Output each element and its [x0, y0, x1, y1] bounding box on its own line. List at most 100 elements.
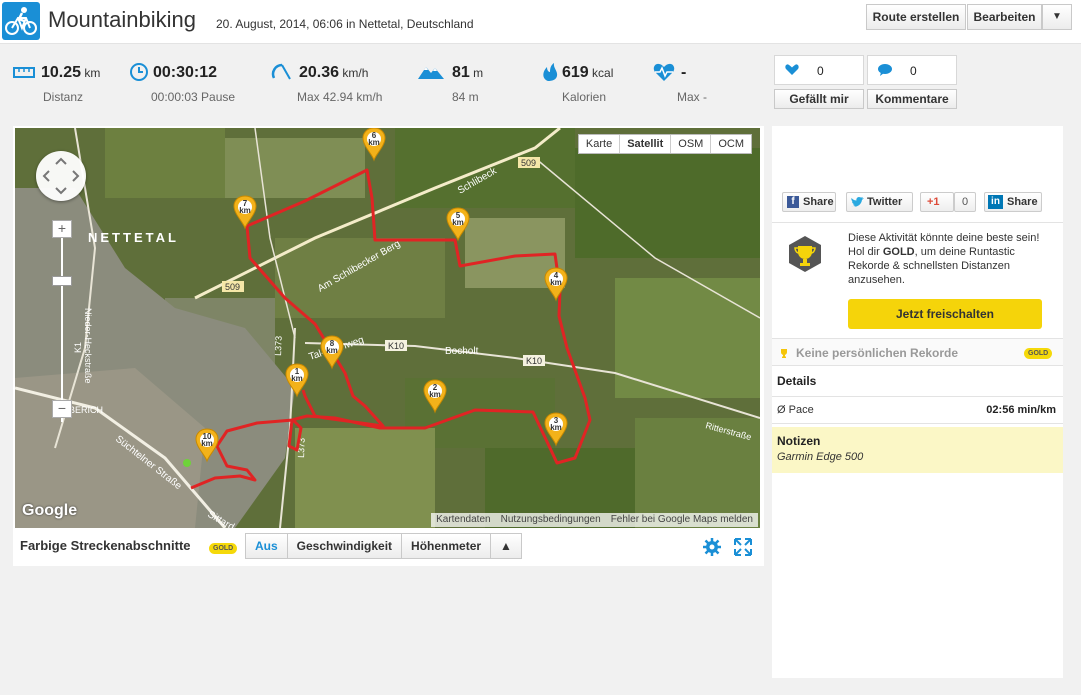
like-button[interactable]: Gefällt mir — [774, 89, 864, 109]
gold-upsell-text: Diese Aktivität könnte deine beste sein!… — [848, 232, 1040, 286]
map-data-link[interactable]: Kartendaten — [431, 513, 496, 527]
comment-button[interactable]: Kommentare — [867, 89, 957, 109]
fullscreen-icon[interactable] — [734, 538, 752, 556]
gold-badge: GOLD — [209, 543, 238, 554]
records-gold-badge: GOLD — [1024, 348, 1053, 359]
heart-icon — [785, 64, 799, 75]
road-label-k1: K1 — [73, 342, 83, 353]
gear-icon[interactable] — [703, 538, 721, 556]
map-attribution: Kartendaten Nutzungsbedingungen Fehler b… — [431, 513, 758, 527]
zoom-slider-track[interactable] — [61, 226, 63, 422]
likes-count: 0 — [817, 64, 824, 78]
google-plus-button[interactable]: +1 — [920, 192, 954, 212]
heartrate-value: - — [681, 64, 687, 81]
svg-text:km: km — [429, 390, 441, 399]
comments-count-box: 0 — [867, 55, 957, 85]
twitter-button[interactable]: Twitter — [846, 192, 913, 212]
satellite-map[interactable]: NETTETAL Am Schlibecker Berg Schlibeck T… — [15, 128, 760, 528]
colored-segments-label: Farbige Streckenabschnitte — [20, 538, 191, 553]
distance-unit: km — [84, 66, 101, 80]
top-bar: Mountainbiking 20. August, 2014, 06:06 i… — [0, 0, 1081, 44]
likes-count-box: 0 — [774, 55, 864, 85]
distance-value: 10.25 — [41, 64, 82, 81]
pause-label: 00:00:03 Pause — [151, 90, 236, 104]
pace-label: Ø Pace — [777, 404, 814, 416]
sidebar: f Share Twitter +1 0 in Share Diese Akti… — [772, 126, 1063, 678]
pan-arrows-icon — [42, 157, 80, 195]
trophy-icon — [789, 236, 821, 272]
svg-text:km: km — [201, 439, 213, 448]
start-point — [183, 459, 191, 467]
svg-text:km: km — [239, 206, 251, 215]
route-map[interactable]: NETTETAL Am Schlibecker Berg Schlibeck T… — [15, 128, 760, 528]
town-label: NETTETAL — [88, 230, 179, 245]
speed-value: 20.36 — [299, 64, 340, 81]
map-type-karte[interactable]: Karte — [579, 135, 619, 153]
calories-label: Kalorien — [562, 90, 607, 104]
k10-shield-2: K10 — [523, 355, 545, 366]
calories-value: 619 — [562, 64, 589, 81]
notes-heading: Notizen — [777, 434, 821, 448]
details-heading: Details — [777, 374, 817, 388]
max-speed-label: Max 42.94 km/h — [297, 90, 383, 104]
road-509-shield-2: 509 — [222, 281, 244, 292]
svg-text:K10: K10 — [526, 356, 542, 366]
more-menu-button[interactable]: ▼ — [1042, 4, 1072, 30]
map-type-switcher: Karte Satellit OSM OCM — [577, 134, 752, 154]
svg-text:km: km — [550, 278, 562, 287]
ruler-icon — [13, 67, 35, 78]
twitter-bird-icon — [851, 197, 864, 207]
svg-text:509: 509 — [521, 158, 536, 168]
calories-unit: kcal — [592, 66, 614, 80]
gold-upsell: Diese Aktivität könnte deine beste sein!… — [772, 222, 1063, 336]
facebook-icon: f — [787, 196, 799, 208]
speed-unit: km/h — [342, 66, 369, 80]
notes-box: Notizen Garmin Edge 500 — [772, 427, 1063, 473]
elevation-loss-label: 84 m — [452, 90, 479, 104]
max-heartrate-label: Max - — [677, 90, 707, 104]
linkedin-share-button[interactable]: in Share — [984, 192, 1042, 212]
edit-button[interactable]: Bearbeiten — [967, 4, 1042, 30]
pace-value: 02:56 min/km — [986, 404, 1056, 416]
linkedin-icon: in — [988, 195, 1003, 209]
create-route-button[interactable]: Route erstellen — [866, 4, 966, 30]
page-title: Mountainbiking — [48, 7, 196, 32]
unlock-gold-button[interactable]: Jetzt freischalten — [848, 299, 1042, 329]
pan-control[interactable] — [36, 151, 86, 201]
pace-row: Ø Pace 02:56 min/km — [772, 396, 1063, 424]
map-type-ocm[interactable]: OCM — [710, 135, 751, 153]
heartbeat-icon — [653, 63, 675, 81]
no-records-text: Keine persönlichen Rekorde — [796, 346, 959, 360]
segment-mode-toggle: Aus Geschwindigkeit Höhenmeter ▲ — [245, 533, 522, 559]
zoom-slider-thumb[interactable] — [52, 276, 72, 286]
report-error-link[interactable]: Fehler bei Google Maps melden — [606, 513, 758, 527]
segment-speed-button[interactable]: Geschwindigkeit — [286, 534, 401, 558]
map-type-satellit[interactable]: Satellit — [619, 135, 670, 153]
segment-collapse-button[interactable]: ▲ — [490, 534, 521, 558]
terms-link[interactable]: Nutzungsbedingungen — [496, 513, 606, 527]
svg-text:km: km — [291, 374, 303, 383]
map-panel: NETTETAL Am Schlibecker Berg Schlibeck T… — [13, 126, 764, 566]
comments-count: 0 — [910, 64, 917, 78]
zoom-in-button[interactable]: + — [52, 220, 72, 238]
segment-elevation-button[interactable]: Höhenmeter — [401, 534, 490, 558]
segment-off-button[interactable]: Aus — [246, 534, 287, 558]
k10-shield-1: K10 — [385, 340, 407, 351]
mountain-icon — [418, 67, 444, 79]
flame-icon — [543, 63, 558, 81]
svg-text:K10: K10 — [388, 341, 404, 351]
elevation-value: 81 — [452, 64, 470, 81]
clock-icon — [130, 63, 148, 81]
svg-text:km: km — [452, 218, 464, 227]
google-plus-count: 0 — [954, 192, 976, 212]
road-label-l373-1: L373 — [273, 336, 284, 356]
road-label-nieder: Nieder-Heckstraße — [83, 308, 93, 384]
map-type-osm[interactable]: OSM — [670, 135, 710, 153]
svg-text:km: km — [550, 423, 562, 432]
area-label-berich: BERICH — [69, 405, 103, 415]
google-logo: Google — [22, 502, 78, 519]
zoom-out-button[interactable]: − — [52, 400, 72, 418]
facebook-share-button[interactable]: f Share — [782, 192, 836, 212]
speech-bubble-icon — [878, 64, 892, 76]
svg-text:km: km — [326, 346, 338, 355]
